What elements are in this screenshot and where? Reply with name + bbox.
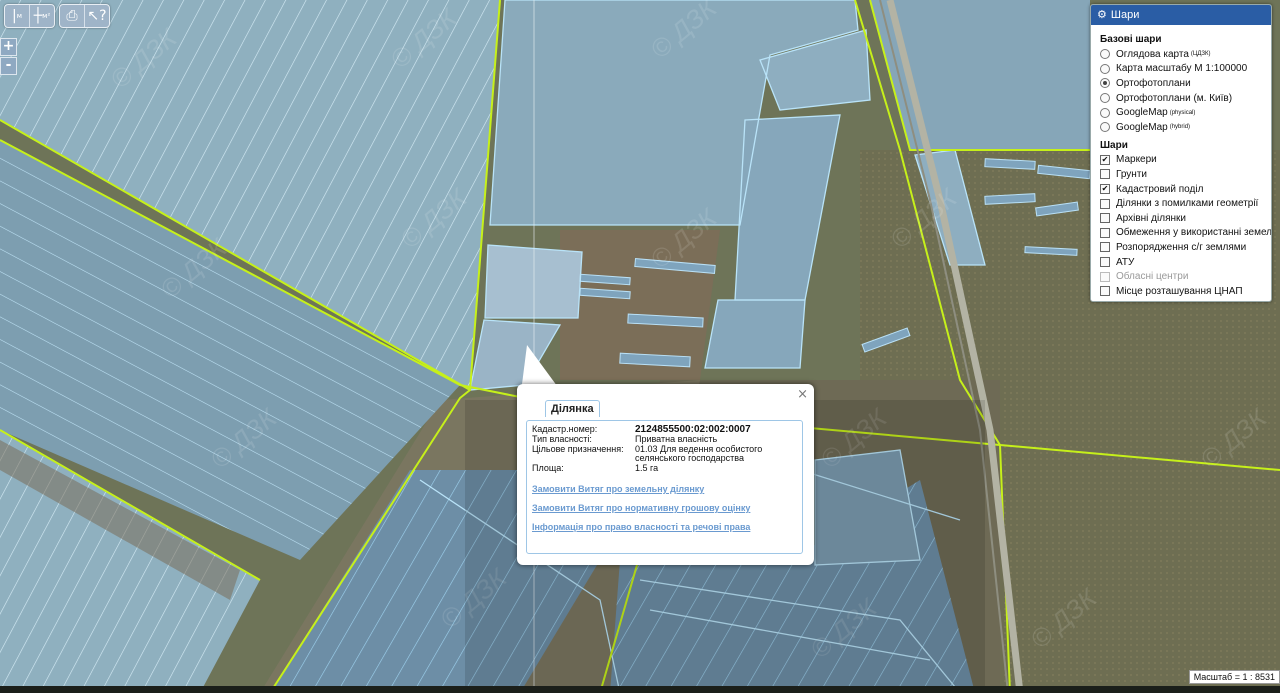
layer-option[interactable]: ✔ Маркери xyxy=(1100,153,1265,168)
checkbox[interactable]: ✔ xyxy=(1100,154,1110,165)
layer-option[interactable]: Обмеження у використанні земель xyxy=(1100,226,1271,241)
base-layer-option[interactable]: GoogleMap (physical) xyxy=(1100,105,1265,120)
base-layer-label: GoogleMap xyxy=(1116,107,1168,119)
bottom-bar xyxy=(0,686,1280,693)
base-layer-option[interactable]: Ортофотоплани xyxy=(1100,76,1265,91)
checkbox[interactable] xyxy=(1100,227,1110,238)
measure-distance-button[interactable]: |м xyxy=(5,5,30,27)
zoom-in-button[interactable]: + xyxy=(0,38,17,56)
layer-option[interactable]: Місце розташування ЦНАП xyxy=(1100,284,1265,299)
info-label: Площа: xyxy=(532,463,564,474)
radio-button[interactable] xyxy=(1100,122,1110,133)
print-icon: ⎙ xyxy=(66,8,78,24)
measure-area-button[interactable]: ┼м² xyxy=(30,5,54,27)
popup-link[interactable]: Замовити Витяг про нормативну грошову оц… xyxy=(532,503,797,513)
layer-label: Грунти xyxy=(1116,168,1147,180)
base-layer-sup: (ЦДЗК) xyxy=(1190,51,1211,58)
layer-label: Місце розташування ЦНАП xyxy=(1116,285,1243,297)
layers-panel: ⚙ Шари Базові шари Оглядова карта (ЦДЗК) Ка… xyxy=(1090,4,1272,302)
parcel-links: Замовити Витяг про земельну ділянку Замов… xyxy=(532,484,797,532)
base-layer-label: Ортофотоплани (м. Київ) xyxy=(1116,92,1233,104)
gear-icon: ⚙ xyxy=(1097,8,1107,21)
radio-button[interactable] xyxy=(1100,93,1110,104)
checkbox[interactable] xyxy=(1100,169,1110,180)
scale-indicator: Масштаб = 1 : 8531 xyxy=(1188,670,1280,684)
map-toolbar: |м ┼м² ⎙ ↖? xyxy=(4,4,110,28)
layers-panel-title: Шари xyxy=(1110,9,1140,21)
base-layer-label: Карта масштабу М 1:100000 xyxy=(1116,63,1248,75)
measure-area-icon: м² xyxy=(42,12,51,20)
layer-label: АТУ xyxy=(1116,256,1135,268)
layer-label: Обмеження у використанні земель xyxy=(1116,227,1272,239)
layer-option[interactable]: Архівні ділянки xyxy=(1100,211,1265,226)
layer-label: Ділянки з помилками геометрії xyxy=(1116,198,1259,210)
layer-option[interactable]: АТУ xyxy=(1100,255,1265,270)
checkbox[interactable] xyxy=(1100,242,1110,253)
base-layer-sup: (hybrid) xyxy=(1169,124,1191,131)
base-layer-label: Оглядова карта xyxy=(1116,48,1189,60)
misc-tools: ⎙ ↖? xyxy=(59,4,110,28)
radio-button[interactable] xyxy=(1100,63,1110,74)
radio-button[interactable] xyxy=(1100,49,1110,60)
info-label: Цільове призначення: xyxy=(532,443,624,454)
base-layer-label: Ортофотоплани xyxy=(1116,77,1191,89)
checkbox[interactable] xyxy=(1100,257,1110,268)
radio-button[interactable] xyxy=(1100,107,1110,118)
zoom-control: + - xyxy=(0,38,17,76)
checkbox[interactable] xyxy=(1100,286,1110,297)
checkbox[interactable]: ✔ xyxy=(1100,184,1110,195)
pointer-help-icon: ↖? xyxy=(87,8,107,24)
base-layer-option[interactable]: GoogleMap (hybrid) xyxy=(1100,120,1265,135)
base-layer-option[interactable]: Ортофотоплани (м. Київ) xyxy=(1100,91,1265,106)
base-layers-list: Оглядова карта (ЦДЗК) Карта масштабу М 1:1… xyxy=(1100,47,1265,135)
measure-distance-icon: м xyxy=(16,12,22,20)
radio-button[interactable] xyxy=(1100,78,1110,89)
popup-link[interactable]: Замовити Витяг про земельну ділянку xyxy=(532,484,797,494)
base-layer-option[interactable]: Карта масштабу М 1:100000 xyxy=(1100,62,1265,77)
info-value: 01.03 Для ведення особистого селянського… xyxy=(635,443,763,464)
base-layer-label: GoogleMap xyxy=(1116,121,1168,133)
layer-option[interactable]: Ділянки з помилками геометрії xyxy=(1100,196,1265,211)
checkbox[interactable] xyxy=(1100,213,1110,224)
layer-option[interactable]: ✔ Кадастровий поділ xyxy=(1100,182,1265,197)
parcel-info-panel: Кадастр.номер: 2124855500:02:002:0007 Тип … xyxy=(526,420,803,554)
print-button[interactable]: ⎙ xyxy=(60,5,85,27)
tab-parcel[interactable]: Ділянка xyxy=(545,400,600,417)
checkbox[interactable] xyxy=(1100,198,1110,209)
layer-label: Розпорядження с/г землями xyxy=(1116,241,1247,253)
layers-panel-header[interactable]: ⚙ Шари xyxy=(1091,5,1271,25)
info-value: 1.5 га xyxy=(635,463,659,474)
overlay-layers-list: ✔ Маркери Грунти ✔ Кадастровий поділ Ділянки … xyxy=(1100,153,1271,299)
parcel-info-rows: Кадастр.номер: 2124855500:02:002:0007 Тип … xyxy=(532,424,797,474)
layer-label: Обласні центри xyxy=(1116,271,1189,283)
parcel-popup: × Ділянка Кадастр.номер: 2124855500:02:00… xyxy=(517,384,814,565)
info-row: Площа: 1.5 га xyxy=(532,463,797,474)
measure-tools: |м ┼м² xyxy=(4,4,55,28)
layer-option: Обласні центри xyxy=(1100,269,1265,284)
base-layers-title: Базові шари xyxy=(1100,34,1162,45)
base-layer-option[interactable]: Оглядова карта (ЦДЗК) xyxy=(1100,47,1265,62)
overlay-layers-title: Шари xyxy=(1100,139,1128,151)
base-layer-sup: (physical) xyxy=(1169,109,1196,116)
layer-label: Кадастровий поділ xyxy=(1116,183,1204,195)
popup-link[interactable]: Інформація про право власності та речові… xyxy=(532,522,797,532)
layer-option[interactable]: Грунти xyxy=(1100,167,1265,182)
checkbox xyxy=(1100,271,1110,282)
orthophoto-map[interactable]: © ДЗК © ДЗК © ДЗК © ДЗК © ДЗК © ДЗК © ДЗ… xyxy=(0,0,1280,693)
layer-label: Архівні ділянки xyxy=(1116,212,1186,224)
layer-label: Маркери xyxy=(1116,154,1157,166)
info-row: Цільове призначення: 01.03 Для ведення ос… xyxy=(532,443,797,465)
layer-option[interactable]: Розпорядження с/г землями xyxy=(1100,240,1265,255)
identify-button[interactable]: ↖? xyxy=(85,5,109,27)
zoom-out-button[interactable]: - xyxy=(0,57,17,75)
close-icon[interactable]: × xyxy=(797,387,808,402)
